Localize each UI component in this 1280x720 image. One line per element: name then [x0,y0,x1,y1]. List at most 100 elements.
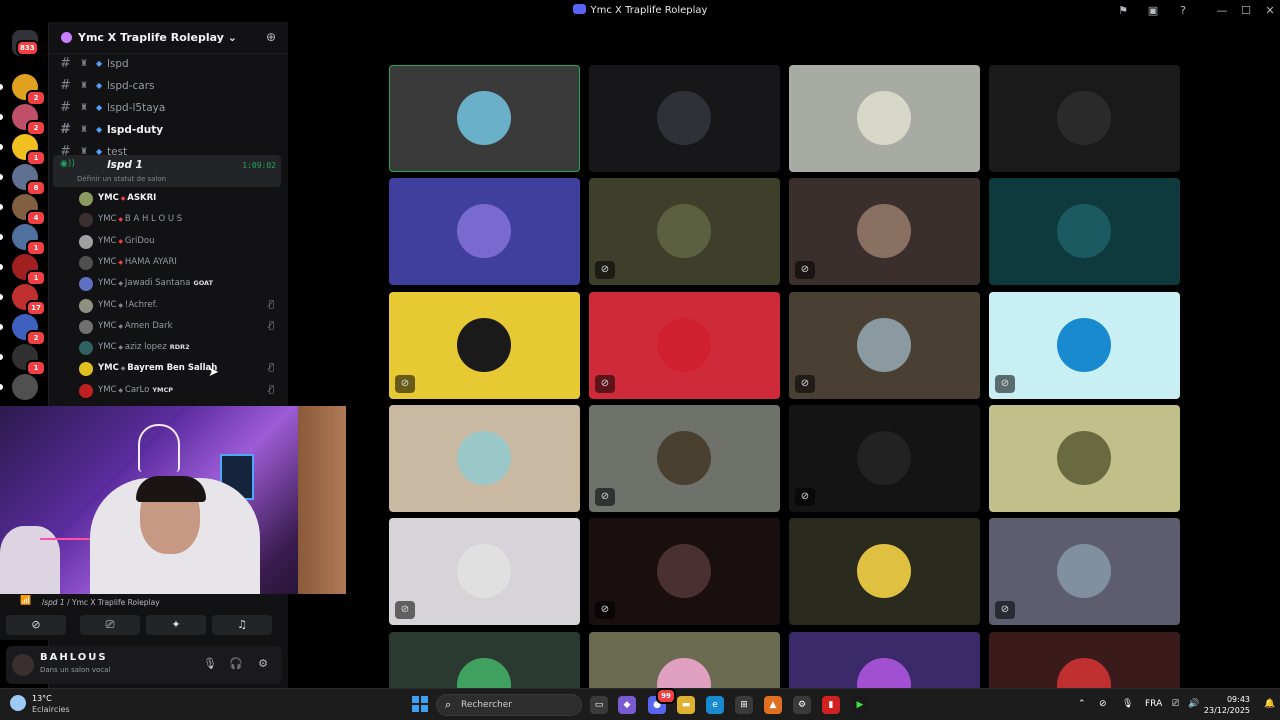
user-name: Amen Dark [124,320,173,331]
close-button[interactable]: ✕ [1263,3,1277,19]
app-orange-icon[interactable]: ▲ [764,696,782,714]
voice-user[interactable]: YMC ◆ Jawadi Santana GOAT [76,274,282,294]
windows-start-icon[interactable] [412,696,428,712]
muted-mic-icon: ⊘ [595,374,615,393]
video-tile[interactable]: ⊘ [589,518,780,626]
video-tile[interactable] [989,404,1180,512]
video-tile[interactable]: ⊘ [589,178,780,286]
voice-location[interactable]: lspd 1 / Ymc X Traplife Roleplay [42,598,160,607]
app-green-icon[interactable]: ▶ [851,696,869,714]
voice-user[interactable]: YMC ◆ HAMA AYARI [76,253,282,273]
voice-user-label: YMC ◆ aziz lopez RDR2 [98,342,190,352]
signal-icon: 📶 [20,596,32,606]
copilot-icon[interactable]: ◆ [618,696,636,714]
muted-mic-icon: ⊘ [995,601,1015,620]
channel-lspd[interactable]: # ♜ ◆ lspd [56,54,280,74]
monitor-icon[interactable]: ▣ [1145,3,1161,19]
video-tile[interactable] [589,65,780,172]
maximize-button[interactable]: ☐ [1239,3,1253,19]
app-gear-icon[interactable]: ⚙ [793,696,811,714]
app-red-icon[interactable]: ▮ [822,696,840,714]
video-tile[interactable]: ⊘ [589,404,780,512]
role-dot-icon: ◆ [116,216,125,224]
tray-chevron-icon[interactable]: ⌃ [1078,699,1086,709]
taskbar-clock[interactable]: 09:43 23/12/2025 [1204,694,1250,716]
camera-off-button[interactable]: ⊘ [6,615,66,635]
voice-user[interactable]: YMC ◆ CarLo YMCP 🎙̸ [76,381,282,401]
channel-lspd-cars[interactable]: # ♜ ◆ lspd-cars [56,76,280,96]
tray-display-icon[interactable]: ⎚ [1172,699,1179,709]
help-icon[interactable]: ? [1175,3,1191,19]
video-tile[interactable] [989,178,1180,286]
weather-icon[interactable] [10,695,26,711]
channel-lspd-l5taya[interactable]: # ♜ ◆ lspd-l5taya [56,98,280,118]
minimize-button[interactable]: — [1215,3,1229,19]
video-tile[interactable] [789,65,980,172]
user-avatar[interactable] [12,654,34,676]
video-tile[interactable] [789,518,980,626]
screen-share-button[interactable]: ⎚ [80,615,140,635]
voice-channel-name: lspd 1 [107,159,143,171]
video-tile[interactable]: ⊘ [389,291,580,399]
server-icon[interactable] [12,374,38,400]
edge-icon[interactable]: e [706,696,724,714]
user-prefix: YMC [98,235,117,246]
invite-people-icon[interactable]: ⊕ [266,30,276,44]
channel-lspd-duty[interactable]: # ♜ ◆ lspd-duty [56,120,280,140]
muted-mic-icon: ⊘ [595,487,615,506]
voice-user[interactable]: YMC ◆ B A H L O U S [76,210,282,230]
video-tile[interactable] [989,65,1180,172]
video-tile[interactable]: ⊘ [589,291,780,399]
voice-user[interactable]: YMC ◆ ASKRI [76,189,282,209]
voice-user[interactable]: YMC ◆ Amen Dark 🎙̸ [76,317,282,337]
muted-mic-icon: ⊘ [795,261,815,280]
video-tile[interactable] [989,631,1180,688]
tray-volume-icon[interactable]: 🔊 [1188,699,1199,709]
headphones-icon[interactable]: 🎧 [228,656,244,672]
user-avatar [79,255,93,270]
store-icon[interactable]: ⊞ [735,696,753,714]
voice-user[interactable]: YMC ◆ !Achref. 🎙̸ [76,296,282,316]
participant-avatar [1057,430,1111,485]
video-tile[interactable]: ⊘ [789,404,980,512]
participant-avatar [457,91,511,145]
unread-pill [0,264,3,270]
voice-user[interactable]: YMC ◆ Bayrem Ben Sallah 🎙̸ [76,359,282,379]
task-view-icon[interactable]: ▭ [590,696,608,714]
video-tile[interactable] [389,631,580,688]
tray-language[interactable]: FRA [1145,699,1162,709]
unread-pill [0,234,3,240]
video-tile[interactable]: ⊘ [389,518,580,626]
search-placeholder: Rechercher [461,700,512,710]
channel-status[interactable]: Définir un statut de salon [77,175,166,183]
user-prefix: YMC [98,320,117,331]
video-tile[interactable] [389,404,580,512]
video-tile[interactable]: ⊘ [789,291,980,399]
voice-channel[interactable]: ◉)) lspd 1 1:09:02 Définir un statut de … [53,155,281,187]
microphone-icon[interactable]: 🎙 [202,656,218,672]
video-tile[interactable]: ⊘ [989,518,1180,626]
video-tile[interactable]: ⊘ [789,178,980,286]
notification-bell-icon[interactable]: 🔔 [1264,699,1275,709]
user-tag: RDR2 [169,343,190,352]
voice-user[interactable]: YMC ◆ GriDou [76,232,282,252]
activities-button[interactable]: ✦ [146,615,206,635]
video-tile[interactable]: ⊘ [989,291,1180,399]
video-tile[interactable] [789,631,980,688]
taskbar-search[interactable]: ⌕ Rechercher [436,694,582,716]
soundboard-button[interactable]: ♫ [212,615,272,635]
video-tile[interactable] [589,631,780,688]
file-explorer-icon[interactable]: ▬ [677,696,695,714]
settings-gear-icon[interactable]: ⚙ [255,656,271,672]
video-tile[interactable] [389,178,580,286]
participant-avatar [457,544,511,599]
user-avatar [79,192,93,206]
user-prefix: YMC [98,256,117,267]
tray-network-off-icon[interactable]: ⊘ [1099,699,1107,709]
inbox-flag-icon[interactable]: ⚑ [1115,3,1131,19]
server-header[interactable]: Ymc X Traplife Roleplay ⌄ ⊕ [49,22,288,54]
tray-mic-icon[interactable]: 🎙 [1122,699,1133,709]
video-tile[interactable] [389,65,580,172]
participant-avatar [1057,91,1111,145]
voice-user[interactable]: YMC ◆ aziz lopez RDR2 [76,338,282,358]
